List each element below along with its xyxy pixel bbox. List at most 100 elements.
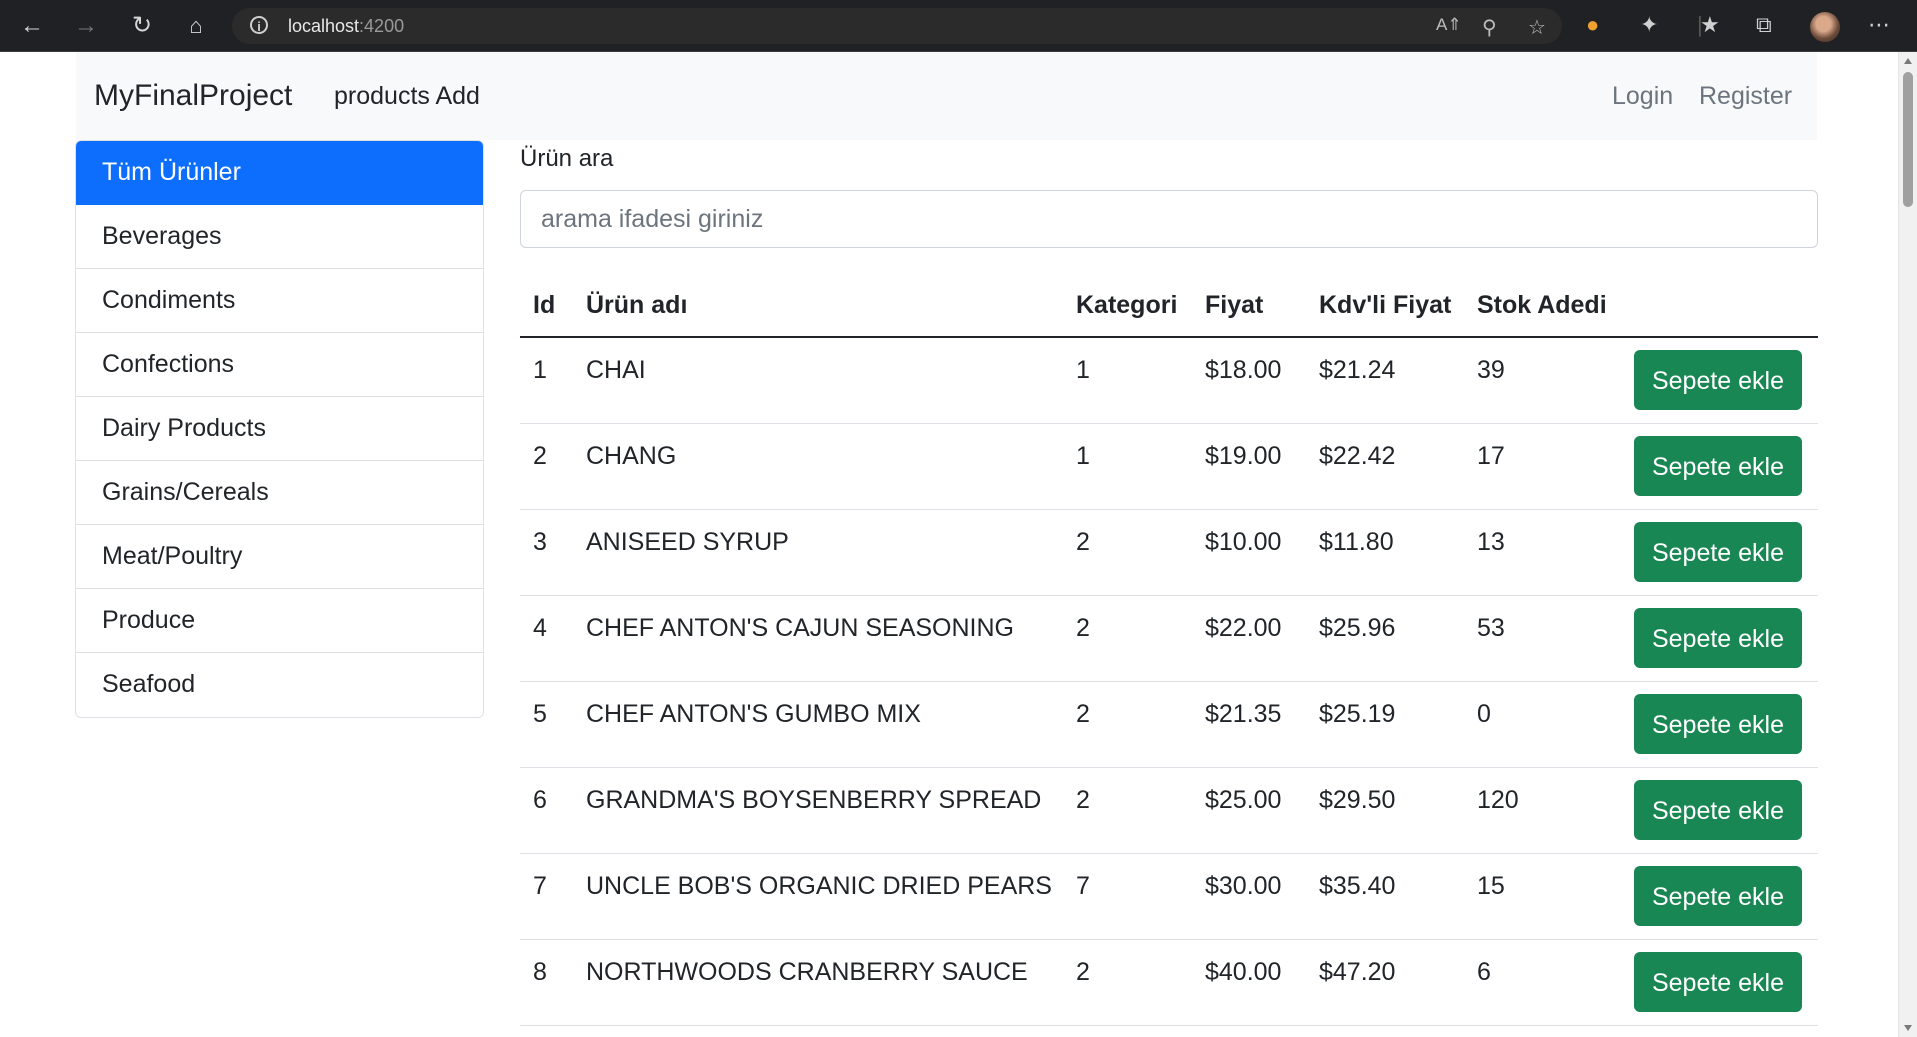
add-to-cart-button[interactable]: Sepete ekle	[1634, 780, 1802, 840]
address-bar[interactable]: i localhost:4200 A⇑ ⚲ ☆	[232, 8, 1562, 44]
navbar: MyFinalProject products Add Login Regist…	[76, 52, 1817, 140]
cell-price: $22.00	[1205, 614, 1282, 642]
category-item-condiments[interactable]: Condiments	[76, 269, 483, 333]
cell-kdv-price: $47.20	[1319, 958, 1396, 986]
cell-category: 7	[1076, 872, 1090, 900]
cell-name: CHAI	[586, 356, 646, 384]
reload-icon[interactable]: ↻	[128, 12, 156, 40]
category-item-grains-cereals[interactable]: Grains/Cereals	[76, 461, 483, 525]
category-item-confections[interactable]: Confections	[76, 333, 483, 397]
add-to-cart-button[interactable]: Sepete ekle	[1634, 608, 1802, 668]
cell-stock: 6	[1477, 958, 1491, 986]
cell-stock: 39	[1477, 356, 1505, 384]
puzzle-icon[interactable]: ✦	[1640, 12, 1658, 38]
table-row: 6 GRANDMA'S BOYSENBERRY SPREAD 2 $25.00 $29.…	[520, 768, 1818, 854]
cell-kdv-price: $22.42	[1319, 442, 1396, 470]
scroll-up-icon[interactable]	[1904, 58, 1912, 64]
cell-category: 1	[1076, 442, 1090, 470]
home-icon[interactable]: ⌂	[182, 12, 210, 40]
cell-name: ANISEED SYRUP	[586, 528, 789, 556]
header-price: Fiyat	[1205, 291, 1264, 319]
add-to-cart-button[interactable]: Sepete ekle	[1634, 694, 1802, 754]
cell-stock: 15	[1477, 872, 1505, 900]
search-input[interactable]	[520, 190, 1818, 248]
info-icon[interactable]: i	[250, 16, 268, 34]
cell-name: CHEF ANTON'S CAJUN SEASONING	[586, 614, 1014, 642]
cell-id: 4	[533, 614, 547, 642]
category-item-produce[interactable]: Produce	[76, 589, 483, 653]
table-row: 4 CHEF ANTON'S CAJUN SEASONING 2 $22.00 $25.…	[520, 596, 1818, 682]
header-name: Ürün adı	[586, 291, 688, 319]
category-item-meat-poultry[interactable]: Meat/Poultry	[76, 525, 483, 589]
cell-id: 2	[533, 442, 547, 470]
favorites-icon[interactable]: ★	[1700, 12, 1720, 38]
back-arrow-icon[interactable]: ←	[18, 12, 46, 40]
login-link[interactable]: Login	[1612, 82, 1673, 111]
cell-name: GRANDMA'S BOYSENBERRY SPREAD	[586, 786, 1042, 814]
cell-stock: 120	[1477, 786, 1519, 814]
header-id: Id	[533, 291, 556, 319]
more-icon[interactable]: ⋯	[1868, 12, 1890, 38]
cell-category: 1	[1076, 356, 1090, 384]
profile-avatar[interactable]	[1810, 12, 1840, 42]
products-add-link[interactable]: products Add	[334, 82, 480, 111]
cell-category: 2	[1076, 958, 1090, 986]
table-row: 3 ANISEED SYRUP 2 $10.00 $11.80 13 Sepete ekle	[520, 510, 1818, 596]
cell-name: CHEF ANTON'S GUMBO MIX	[586, 700, 921, 728]
read-aloud-icon[interactable]: A⇑	[1436, 15, 1462, 35]
cell-name: UNCLE BOB'S ORGANIC DRIED PEARS	[586, 872, 1052, 900]
cell-id: 1	[533, 356, 547, 384]
scrollbar-thumb[interactable]	[1903, 72, 1913, 207]
cell-kdv-price: $11.80	[1319, 528, 1394, 556]
table-row: 1 CHAI 1 $18.00 $21.24 39 Sepete ekle	[520, 338, 1818, 424]
url-port: :4200	[359, 16, 405, 36]
cell-price: $18.00	[1205, 356, 1282, 384]
cell-stock: 53	[1477, 614, 1505, 642]
register-link[interactable]: Register	[1699, 82, 1792, 111]
cell-price: $21.35	[1205, 700, 1282, 728]
cell-stock: 0	[1477, 700, 1491, 728]
cell-category: 2	[1076, 614, 1090, 642]
cell-name: CHANG	[586, 442, 677, 470]
cell-price: $10.00	[1205, 528, 1282, 556]
add-to-cart-button[interactable]: Sepete ekle	[1634, 866, 1802, 926]
cell-stock: 13	[1477, 528, 1505, 556]
forward-arrow-icon[interactable]: →	[72, 12, 100, 40]
cell-kdv-price: $29.50	[1319, 786, 1396, 814]
add-to-cart-button[interactable]: Sepete ekle	[1634, 522, 1802, 582]
add-to-cart-button[interactable]: Sepete ekle	[1634, 350, 1802, 410]
category-item-all[interactable]: Tüm Ürünler	[76, 141, 483, 205]
add-to-cart-button[interactable]: Sepete ekle	[1634, 952, 1802, 1012]
collections-icon[interactable]: ⧉	[1756, 12, 1772, 38]
cell-id: 7	[533, 872, 547, 900]
cell-kdv-price: $21.24	[1319, 356, 1396, 384]
cell-kdv-price: $25.96	[1319, 614, 1396, 642]
cell-category: 2	[1076, 528, 1090, 556]
table-header: Id Ürün adı Kategori Fiyat Kdv'li Fiyat …	[520, 285, 1818, 338]
scroll-down-icon[interactable]	[1904, 1025, 1912, 1031]
favorite-add-icon[interactable]: ☆	[1528, 15, 1546, 40]
extension-icon[interactable]: ●	[1586, 12, 1599, 38]
navbar-brand[interactable]: MyFinalProject	[94, 79, 292, 113]
add-to-cart-button[interactable]: Sepete ekle	[1634, 436, 1802, 496]
products-table: Id Ürün adı Kategori Fiyat Kdv'li Fiyat …	[520, 285, 1818, 1026]
table-row: 8 NORTHWOODS CRANBERRY SAUCE 2 $40.00 $47.20…	[520, 940, 1818, 1026]
cell-price: $19.00	[1205, 442, 1282, 470]
table-body: 1 CHAI 1 $18.00 $21.24 39 Sepete ekle 2 CHANG 1 $1…	[520, 338, 1818, 1026]
cell-name: NORTHWOODS CRANBERRY SAUCE	[586, 958, 1028, 986]
category-item-seafood[interactable]: Seafood	[76, 653, 483, 717]
url-host: localhost	[288, 16, 360, 36]
cell-id: 8	[533, 958, 547, 986]
header-kdv-price: Kdv'li Fiyat	[1319, 291, 1452, 319]
scrollbar[interactable]	[1898, 52, 1917, 1037]
zoom-icon[interactable]: ⚲	[1482, 15, 1497, 40]
category-list: Tüm Ürünler Beverages Condiments Confect…	[75, 140, 484, 718]
category-item-dairy-products[interactable]: Dairy Products	[76, 397, 483, 461]
header-category: Kategori	[1076, 291, 1178, 319]
cell-price: $25.00	[1205, 786, 1282, 814]
cell-id: 6	[533, 786, 547, 814]
header-stock: Stok Adedi	[1477, 291, 1607, 319]
cell-kdv-price: $35.40	[1319, 872, 1396, 900]
url-text[interactable]: localhost:4200	[288, 16, 404, 37]
category-item-beverages[interactable]: Beverages	[76, 205, 483, 269]
